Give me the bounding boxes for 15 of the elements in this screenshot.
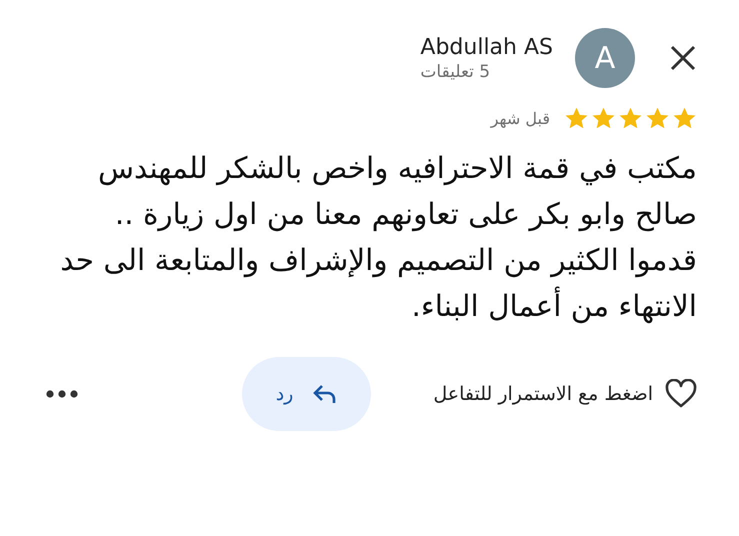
avatar: A bbox=[575, 28, 635, 88]
heart-icon bbox=[665, 379, 697, 409]
review-text: مكتب في قمة الاحترافيه واخص بالشكر للمهندس صالح وابو بكر على تعاونهم معنا من اول زيارة .. قدموا الكثير من التصميم والإشراف والمتابعة الى حد الانتهاء من أعمال البناء. bbox=[59, 150, 697, 326]
star-icon bbox=[672, 106, 697, 131]
star-icon bbox=[618, 106, 643, 131]
star-icon bbox=[645, 106, 670, 131]
star-icon bbox=[591, 106, 616, 131]
star-icon bbox=[564, 106, 589, 131]
reviewer-name: Abdullah AS bbox=[420, 34, 553, 60]
like-button[interactable]: اضغط مع الاستمرار للتفاعل bbox=[433, 379, 697, 409]
reply-button[interactable]: رد bbox=[242, 357, 372, 431]
close-button[interactable] bbox=[669, 44, 697, 72]
review-time: قبل شهر bbox=[490, 109, 550, 128]
reply-arrow-icon bbox=[313, 384, 338, 404]
reviews-count: 5 تعليقات bbox=[420, 62, 490, 82]
